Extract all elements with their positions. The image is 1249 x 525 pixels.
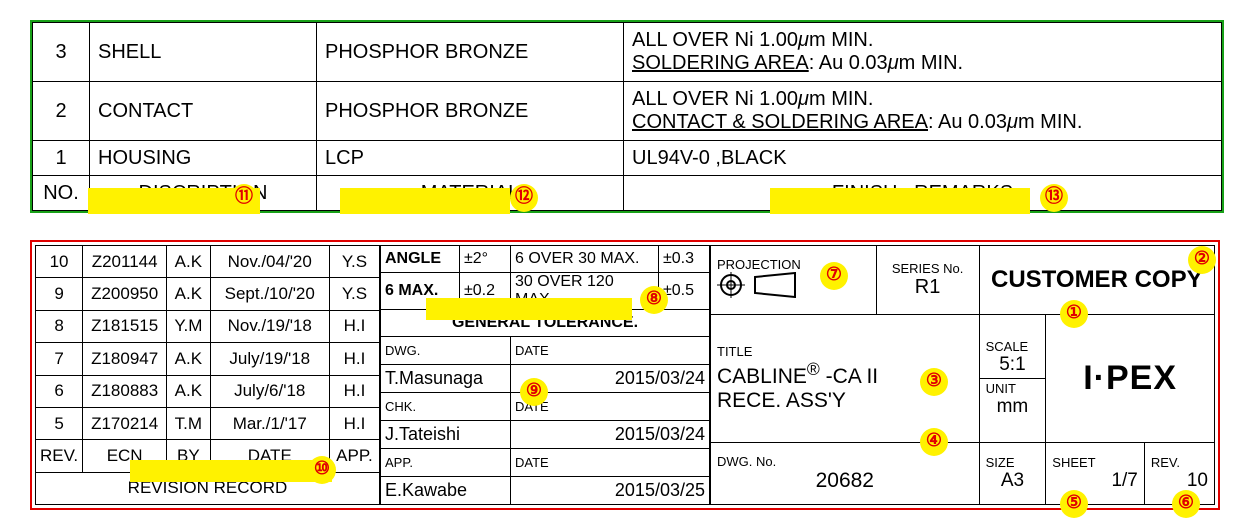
highlight [130, 460, 332, 482]
projection-icon [717, 272, 807, 303]
parts-list: 3 SHELL PHOSPHOR BRONZE ALL OVER Ni 1.00… [30, 20, 1224, 213]
highlight [340, 188, 510, 214]
header-no: NO. [33, 176, 90, 211]
callout-6: ⑥ [1172, 490, 1200, 518]
callout-1: ① [1060, 300, 1088, 328]
callout-8: ⑧ [640, 286, 668, 314]
callout-13: ⑬ [1040, 184, 1068, 212]
part-desc: SHELL [90, 23, 317, 82]
callout-9: ⑨ [520, 378, 548, 406]
highlight [426, 298, 632, 320]
part-mat: PHOSPHOR BRONZE [317, 23, 624, 82]
callout-11: ⑪ [230, 184, 258, 212]
callout-2: ② [1188, 246, 1216, 274]
title-right: PROJECTION SERIES No. R1 CUSTOMER COPY T… [710, 245, 1215, 505]
callout-7: ⑦ [820, 262, 848, 290]
part-finish: ALL OVER Ni 1.00μm MIN. SOLDERING AREA :… [624, 23, 1222, 82]
highlight [770, 188, 1030, 214]
callout-4: ④ [920, 428, 948, 456]
callout-3: ③ [920, 368, 948, 396]
callout-10: ⑩ [308, 456, 336, 484]
tolerance-signoff: ANGLE ±2° 6 OVER 30 MAX. ±0.3 6 MAX. ±0.… [380, 245, 710, 505]
part-no: 3 [33, 23, 90, 82]
ipex-logo: I·PEX [1083, 359, 1177, 397]
callout-12: ⑫ [510, 184, 538, 212]
customer-copy: CUSTOMER COPY [979, 246, 1214, 315]
callout-5: ⑤ [1060, 490, 1088, 518]
